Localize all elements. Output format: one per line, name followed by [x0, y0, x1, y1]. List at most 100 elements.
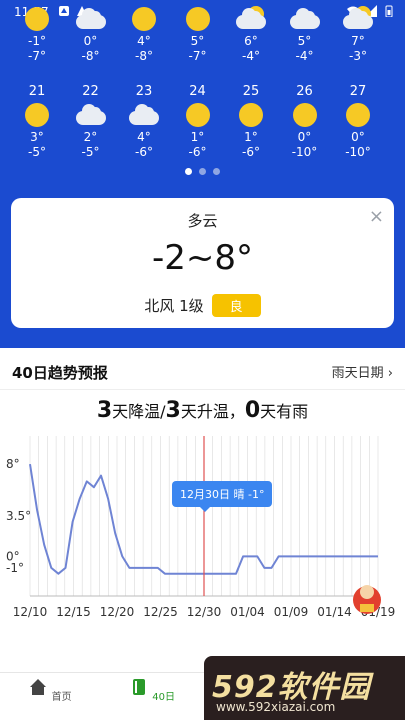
low-temp: -8°: [81, 49, 100, 63]
forecast-day[interactable]: 6° -4°: [224, 4, 278, 64]
forecast-header: 11:57 -1°-7°0°-8°4°-8°5°-7°6°-4°5°-4°7°-…: [0, 0, 405, 348]
forecast-day[interactable]: 5° -4°: [278, 4, 332, 64]
promo-mascot-icon[interactable]: [348, 580, 386, 618]
day-number: 26: [296, 84, 313, 99]
forecast-day[interactable]: 0° -8°: [64, 4, 118, 64]
forecast-day[interactable]: 22 2° -5°: [64, 84, 118, 160]
trend-chart[interactable]: 8°3.5°0°-1°12/10 12/15 12/20 12/25 12/30 01/0…: [0, 436, 405, 622]
temperature-range: -2~8°: [151, 238, 254, 278]
home-icon: [30, 679, 47, 695]
sunny-icon: [129, 6, 159, 32]
low-temp: -6°: [188, 145, 207, 159]
low-temp: -4°: [295, 49, 314, 63]
forecast-day[interactable]: 7° -3°: [331, 4, 385, 64]
x-tick-label: 12/30: [187, 605, 222, 619]
sunny-icon: [343, 102, 373, 128]
partly-cloudy-icon: [236, 6, 266, 32]
page-indicator: [185, 168, 220, 175]
high-temp: 6°: [244, 34, 258, 48]
day-number: 27: [349, 84, 367, 99]
low-temp: -6°: [135, 145, 153, 159]
low-temp: -8°: [135, 49, 153, 63]
low-temp: -5°: [81, 145, 100, 159]
y-tick-label: 3.5°: [6, 509, 31, 523]
low-temp: -10°: [291, 145, 318, 159]
cloudy-icon: [75, 102, 106, 128]
trend-summary: 3天降温/3天升温，0天有雨: [96, 398, 309, 423]
trend-header: 40日趋势预报 雨天日期 ›: [0, 350, 405, 390]
x-tick-label: 01/09: [274, 605, 309, 619]
day-number: 22: [82, 84, 99, 99]
day-number: 24: [189, 84, 206, 99]
day-number: 23: [135, 84, 153, 99]
forecast-day[interactable]: 27 0° -10°: [331, 84, 385, 160]
forecast-day[interactable]: 24 1° -6°: [171, 84, 225, 160]
high-temp: -1°: [28, 34, 46, 48]
forecast-row-1: -1° -7° 0° -8° 4° -8° 5° -7° 6° -4° 5° -4° 7° -3°: [0, 0, 405, 80]
x-tick-label: 12/25: [143, 605, 178, 619]
weather-condition: 多云: [187, 212, 218, 230]
trend-title: 40日趋势预报: [12, 364, 108, 382]
air-quality-badge: 良: [211, 294, 261, 317]
sunny-icon: [236, 102, 266, 128]
day-detail-card: × 多云 -2~8° 北风 1级 良: [11, 198, 394, 328]
high-temp: 5°: [190, 34, 205, 48]
high-temp: 2°: [83, 130, 98, 144]
x-tick-label: 12/15: [56, 605, 91, 619]
watermark-url: www.592xiazai.com: [216, 700, 336, 714]
high-temp: 4°: [137, 130, 151, 144]
x-tick-label: 01/14: [317, 605, 352, 619]
page-dot[interactable]: [185, 168, 192, 175]
partly-cloudy-icon: [343, 6, 373, 32]
high-temp: 3°: [30, 130, 44, 144]
forecast-day[interactable]: 23 4° -6°: [117, 84, 171, 160]
forty-day-trend-panel: 40日趋势预报 雨天日期 › 3天降温/3天升温，0天有雨 8° 3.5° 0° -1…: [0, 350, 405, 672]
y-tick-label: 8°: [6, 457, 20, 471]
forecast-day[interactable]: -1° -7°: [10, 4, 64, 64]
nav-forty-day-label: 40日: [152, 692, 175, 703]
cloudy-icon: [129, 102, 159, 128]
high-temp: 5°: [297, 34, 312, 48]
watermark-logo: 592软件园 www.592xiazai.com: [204, 656, 405, 720]
page-dot[interactable]: [199, 168, 206, 175]
day-number: 25: [242, 84, 260, 99]
rain-dates-link[interactable]: 雨天日期 ›: [332, 362, 393, 381]
wind-info: 北风 1级: [144, 297, 204, 315]
nav-home[interactable]: 首页: [20, 677, 80, 703]
low-temp: -10°: [345, 145, 371, 159]
book-icon: [133, 679, 146, 695]
sunny-icon: [22, 102, 52, 128]
low-temp: -5°: [28, 145, 46, 159]
high-temp: 0°: [351, 130, 365, 144]
forecast-day[interactable]: 26 0° -10°: [278, 84, 332, 160]
low-temp: -7°: [188, 49, 207, 63]
low-temp: -4°: [242, 49, 260, 63]
high-temp: 7°: [351, 34, 365, 48]
high-temp: 1°: [190, 130, 205, 144]
low-temp: -7°: [28, 49, 46, 63]
sunny-icon: [183, 6, 213, 32]
low-temp: -6°: [242, 145, 260, 159]
sunny-icon: [290, 102, 320, 128]
sunny-icon: [22, 6, 52, 32]
forecast-day[interactable]: 21 3° -5°: [10, 84, 64, 160]
high-temp: 4°: [137, 34, 151, 48]
high-temp: 0°: [297, 130, 312, 144]
low-temp: -3°: [349, 49, 367, 63]
day-number: 21: [28, 84, 46, 99]
forecast-day[interactable]: 5° -7°: [171, 4, 225, 64]
cloudy-icon: [289, 6, 320, 32]
sunny-icon: [183, 102, 213, 128]
chart-tooltip: 12月30日 晴 -1°: [172, 481, 273, 512]
page-dot[interactable]: [213, 168, 220, 175]
forecast-day[interactable]: 4° -8°: [117, 4, 171, 64]
y-tick-label: -1°: [6, 561, 24, 575]
nav-home-label: 首页: [51, 692, 72, 703]
chevron-right-icon: ›: [387, 366, 393, 381]
forecast-row-2: 21 3° -5° 22 2° -5° 23 4° -6° 24 1° -6° 25 1° -6° 26 0° -…: [0, 80, 405, 160]
forecast-day[interactable]: 25 1° -6°: [224, 84, 278, 160]
x-tick-label: 01/04: [230, 605, 265, 619]
x-tick-label: 12/10: [13, 605, 48, 619]
nav-forty-day[interactable]: 40日: [122, 677, 182, 703]
high-temp: 1°: [244, 130, 258, 144]
